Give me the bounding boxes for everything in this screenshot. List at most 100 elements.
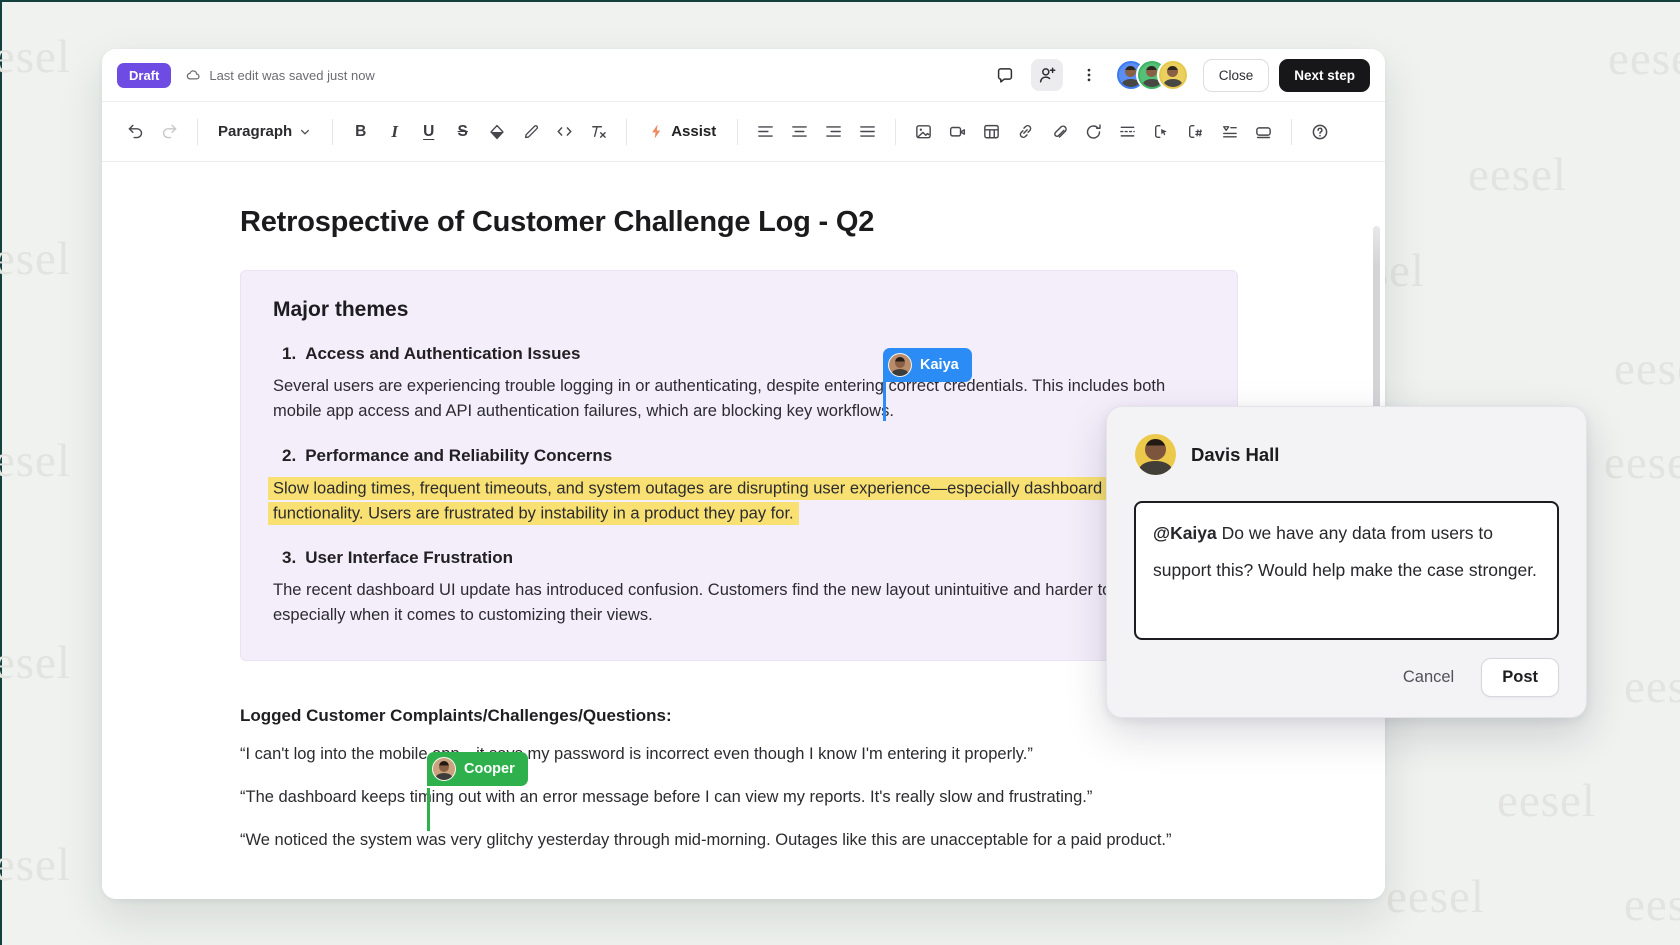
align-justify-button[interactable] <box>852 116 883 148</box>
toolbar-separator <box>737 119 738 145</box>
themes-heading[interactable]: Major themes <box>273 298 1205 322</box>
align-left-button[interactable] <box>750 116 781 148</box>
top-bar: Draft Last edit was saved just now <box>102 49 1385 102</box>
align-right-button[interactable] <box>818 116 849 148</box>
assist-button[interactable]: Assist <box>639 116 725 148</box>
section-heading-text: Performance and Reliability Concerns <box>305 446 612 466</box>
insert-embed-button[interactable] <box>1180 116 1211 148</box>
bold-button[interactable]: B <box>345 116 376 148</box>
code-button[interactable] <box>549 116 580 148</box>
save-status: Last edit was saved just now <box>185 67 374 84</box>
kaiya-avatar <box>888 353 912 377</box>
save-status-text: Last edit was saved just now <box>209 68 374 83</box>
cancel-button[interactable]: Cancel <box>1403 668 1454 687</box>
redo-button[interactable] <box>154 116 185 148</box>
paragraph-style-label: Paragraph <box>218 123 292 140</box>
section-heading[interactable]: 1. Access and Authentication Issues <box>282 344 1205 364</box>
clear-formatting-icon <box>589 122 608 141</box>
comment-actions: Cancel Post <box>1107 640 1586 717</box>
pen-button[interactable] <box>515 116 546 148</box>
pen-icon <box>522 123 540 141</box>
insert-video-button[interactable] <box>942 116 973 148</box>
bold-icon: B <box>355 123 366 141</box>
history-icon <box>1084 122 1103 141</box>
insert-image-button[interactable] <box>908 116 939 148</box>
kaiya-presence-name: Kaiya <box>920 357 959 373</box>
undo-button[interactable] <box>120 116 151 148</box>
kaiya-presence-flag: Kaiya <box>883 348 972 382</box>
clear-formatting-button[interactable] <box>583 116 614 148</box>
page-break-button[interactable] <box>1112 116 1143 148</box>
italic-button[interactable]: I <box>379 116 410 148</box>
eesel-watermark: eesel <box>0 434 71 488</box>
eesel-watermark: eesel <box>1604 436 1680 490</box>
highlight-icon <box>488 123 506 141</box>
attach-file-icon <box>1050 122 1069 141</box>
davis-hall-avatar <box>1135 434 1176 475</box>
eesel-watermark: eesel <box>0 838 71 892</box>
section-body[interactable]: Slow loading times, frequent timeouts, a… <box>273 476 1188 526</box>
section-body[interactable]: Several users are experiencing trouble l… <box>273 374 1188 424</box>
highlight-button[interactable] <box>481 116 512 148</box>
eesel-watermark: eesel <box>1468 148 1567 202</box>
code-icon <box>555 122 574 141</box>
mention-tag: @Kaiya <box>1153 523 1217 543</box>
page-break-icon <box>1118 122 1137 141</box>
theme-section-2: 2. Performance and Reliability Concerns … <box>273 446 1205 526</box>
post-button[interactable]: Post <box>1481 658 1559 697</box>
eesel-watermark: eesel <box>1497 774 1596 828</box>
cooper-avatar <box>432 757 456 781</box>
collaborator-avatar-3[interactable] <box>1159 61 1187 89</box>
more-options-button[interactable] <box>1073 59 1105 91</box>
cooper-presence-flag: Cooper <box>427 752 528 786</box>
cooper-text-caret <box>427 788 430 831</box>
insert-button-icon <box>1254 122 1273 141</box>
toolbar-separator <box>1291 119 1292 145</box>
draft-status-badge[interactable]: Draft <box>117 63 171 88</box>
align-left-icon <box>756 122 775 141</box>
eesel-watermark: eesel <box>1386 870 1485 924</box>
insert-table-icon <box>982 122 1001 141</box>
comments-icon <box>995 65 1015 85</box>
insert-button-button[interactable] <box>1248 116 1279 148</box>
add-collaborator-button[interactable] <box>1031 59 1063 91</box>
assist-label: Assist <box>671 123 716 140</box>
close-button[interactable]: Close <box>1203 59 1270 92</box>
comment-author-name: Davis Hall <box>1191 444 1279 466</box>
paragraph-style-select[interactable]: Paragraph <box>210 116 320 148</box>
cooper-presence-name: Cooper <box>464 761 515 777</box>
section-heading[interactable]: 2. Performance and Reliability Concerns <box>282 446 1205 466</box>
align-center-button[interactable] <box>784 116 815 148</box>
toolbar-separator <box>197 119 198 145</box>
comments-button[interactable] <box>989 59 1021 91</box>
section-heading-text: User Interface Frustration <box>305 548 513 568</box>
section-heading-text: Access and Authentication Issues <box>305 344 580 364</box>
insert-callout-icon <box>1152 122 1171 141</box>
strikethrough-button[interactable]: S <box>447 116 478 148</box>
attach-file-button[interactable] <box>1044 116 1075 148</box>
toggle-list-button[interactable] <box>1214 116 1245 148</box>
customer-quote-3[interactable]: “We noticed the system was very glitchy … <box>240 825 1225 855</box>
customer-quote-2[interactable]: “The dashboard keeps timing out with an … <box>240 782 1225 812</box>
section-number: 3. <box>282 548 296 568</box>
redo-icon <box>160 122 179 141</box>
section-body[interactable]: The recent dashboard UI update has intro… <box>273 578 1188 628</box>
insert-table-button[interactable] <box>976 116 1007 148</box>
underline-button[interactable]: U <box>413 116 444 148</box>
insert-link-button[interactable] <box>1010 116 1041 148</box>
help-button[interactable] <box>1304 116 1335 148</box>
kaiya-text-caret <box>883 382 886 421</box>
next-step-button[interactable]: Next step <box>1279 59 1370 92</box>
insert-callout-button[interactable] <box>1146 116 1177 148</box>
align-center-icon <box>790 122 809 141</box>
history-button[interactable] <box>1078 116 1109 148</box>
formatting-toolbar: Paragraph B I U S Assist <box>102 102 1385 162</box>
theme-section-1: 1. Access and Authentication Issues Seve… <box>273 344 1205 424</box>
section-heading[interactable]: 3. User Interface Frustration <box>282 548 1205 568</box>
customer-quote-1[interactable]: “I can't log into the mobile app—it says… <box>240 739 1225 769</box>
cloud-icon <box>185 67 202 84</box>
toolbar-separator <box>626 119 627 145</box>
document-title[interactable]: Retrospective of Customer Challenge Log … <box>240 206 1250 239</box>
comment-input[interactable]: @Kaiya Do we have any data from users to… <box>1134 501 1559 640</box>
chevron-down-icon <box>298 125 312 139</box>
